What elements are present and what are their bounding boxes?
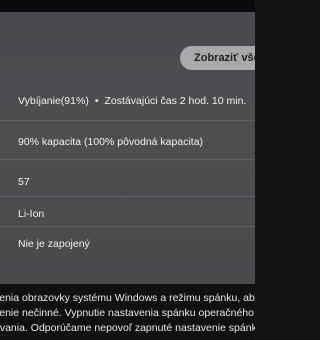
plugged-state-row: Nie je zapojený — [0, 238, 255, 250]
cycle-count: 57 — [18, 176, 30, 188]
show-all-button[interactable]: Zobraziť všetko — [180, 46, 255, 70]
row-divider — [0, 196, 255, 197]
screen-bezel — [0, 0, 255, 12]
description-line: venie nečinné. Vypnutie nastavenia spánk… — [0, 307, 255, 319]
description-line: ovania. Odporúčame nepovoľ zapnuté nasta… — [0, 322, 255, 334]
cycle-count-row: 57 — [0, 176, 255, 188]
battery-status-row: Vybíjanie(91%) • Zostávajúci čas 2 hod. 10… — [0, 95, 255, 107]
row-divider — [0, 226, 255, 227]
plugged-state: Nie je zapojený — [18, 238, 90, 250]
battery-capacity: 90% kapacita (100% pôvodná kapacita) — [18, 136, 204, 148]
row-divider — [0, 159, 255, 160]
battery-info-panel: Zobraziť všetko Vybíjanie(91%) • Zostávajú… — [0, 12, 255, 284]
battery-capacity-row: 90% kapacita (100% pôvodná kapacita) — [0, 136, 255, 148]
battery-settings-screen: Zobraziť všetko Vybíjanie(91%) • Zostávajú… — [0, 0, 255, 340]
sleep-settings-description: venia obrazovky systému Windows a režimu… — [0, 284, 255, 340]
time-remaining: Zostávajúci čas 2 hod. 10 min. — [104, 95, 247, 107]
separator-dot: • — [94, 95, 99, 107]
battery-chemistry: Li-Ion — [18, 208, 45, 220]
row-divider — [0, 120, 255, 121]
chemistry-row: Li-Ion — [0, 208, 255, 220]
description-line: venia obrazovky systému Windows a režimu… — [0, 292, 255, 304]
battery-status: Vybíjanie(91%) — [18, 95, 89, 107]
